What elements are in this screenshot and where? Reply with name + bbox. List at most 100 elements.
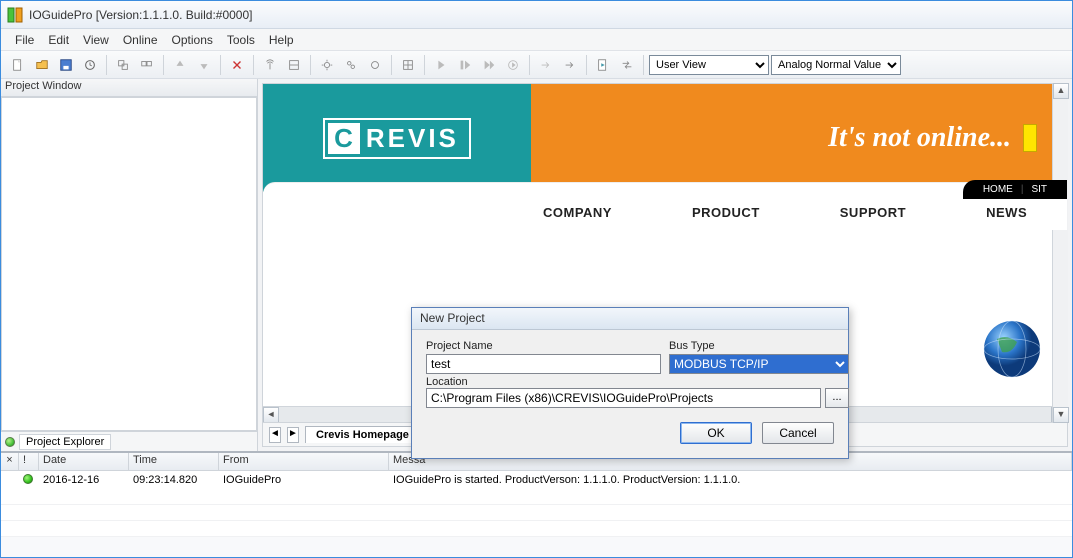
new-project-dialog: New Project Project Name Bus Type MODBUS… — [411, 307, 849, 459]
tb-open-icon[interactable] — [31, 54, 53, 76]
tb-add-node-icon[interactable] — [112, 54, 134, 76]
logo-c: C — [328, 123, 360, 154]
tab-crevis-homepage[interactable]: Crevis Homepage — [305, 426, 420, 443]
log-date-col[interactable]: Date — [39, 453, 129, 470]
log-message: IOGuidePro is started. ProductVerson: 1.… — [389, 474, 1072, 486]
topmenu-sep: | — [1021, 184, 1024, 195]
tb-clock-icon[interactable] — [79, 54, 101, 76]
scroll-left-icon[interactable]: ◄ — [263, 407, 279, 423]
tb-doc-play-icon[interactable] — [592, 54, 614, 76]
menu-tools[interactable]: Tools — [227, 33, 255, 47]
menu-bar: File Edit View Online Options Tools Help — [1, 29, 1072, 51]
menu-edit[interactable]: Edit — [48, 33, 69, 47]
nav-news[interactable]: NEWS — [986, 205, 1027, 220]
globe-image — [977, 314, 1047, 387]
nav-company[interactable]: COMPANY — [543, 205, 612, 220]
banner-button-icon[interactable] — [1023, 124, 1037, 152]
topmenu-home[interactable]: HOME — [983, 184, 1013, 195]
tb-play-icon[interactable] — [430, 54, 452, 76]
tab-next-icon[interactable]: ► — [287, 427, 299, 443]
tb-grid-icon[interactable] — [397, 54, 419, 76]
log-from-col[interactable]: From — [219, 453, 389, 470]
tb-down-icon[interactable] — [193, 54, 215, 76]
tb-up-icon[interactable] — [169, 54, 191, 76]
project-explorer-label: Project Explorer — [19, 434, 111, 450]
tb-arrow-right-icon[interactable] — [535, 54, 557, 76]
log-time: 09:23:14.820 — [129, 474, 219, 486]
crevis-logo: C REVIS — [323, 118, 471, 159]
bus-type-label: Bus Type — [669, 340, 849, 352]
banner-orange: It's not online... — [531, 84, 1067, 192]
toolbar-separator — [586, 55, 587, 75]
toolbar-separator — [253, 55, 254, 75]
toolbar-separator — [391, 55, 392, 75]
vertical-scrollbar[interactable]: ▲ ▼ — [1052, 83, 1068, 423]
slogan-text: It's not online... — [828, 122, 1011, 154]
log-date: 2016-12-16 — [39, 474, 129, 486]
status-led-icon — [5, 437, 15, 447]
log-time-col[interactable]: Time — [129, 453, 219, 470]
tb-add-node2-icon[interactable] — [136, 54, 158, 76]
log-row[interactable]: 2016-12-16 09:23:14.820 IOGuidePro IOGui… — [1, 471, 1072, 489]
project-window-title: Project Window — [1, 79, 257, 97]
menu-file[interactable]: File — [15, 33, 34, 47]
toolbar-separator — [643, 55, 644, 75]
project-name-label: Project Name — [426, 340, 661, 352]
menu-options[interactable]: Options — [172, 33, 213, 47]
toolbar-separator — [310, 55, 311, 75]
toolbar-value-select[interactable]: Analog Normal Value — [771, 55, 901, 75]
menu-online[interactable]: Online — [123, 33, 158, 47]
toolbar-separator — [106, 55, 107, 75]
tb-save-icon[interactable] — [55, 54, 77, 76]
tb-delete-icon[interactable] — [226, 54, 248, 76]
scroll-up-icon[interactable]: ▲ — [1053, 83, 1069, 99]
tb-scan-icon[interactable] — [283, 54, 305, 76]
nav-support[interactable]: SUPPORT — [840, 205, 906, 220]
tb-transfer-icon[interactable] — [616, 54, 638, 76]
project-name-input[interactable] — [426, 354, 661, 374]
scroll-down-icon[interactable]: ▼ — [1053, 407, 1069, 423]
site-nav: COMPANY PRODUCT SUPPORT NEWS CO — [263, 182, 1067, 230]
log-close-col[interactable]: × — [1, 453, 19, 470]
window-title: IOGuidePro [Version:1.1.1.0. Build:#0000… — [29, 8, 252, 22]
log-status-icon — [23, 474, 33, 484]
tb-arrow-right2-icon[interactable] — [559, 54, 581, 76]
menu-view[interactable]: View — [83, 33, 109, 47]
tb-play4-icon[interactable] — [502, 54, 524, 76]
tb-gear2-icon[interactable] — [340, 54, 362, 76]
dialog-title: New Project — [412, 308, 848, 330]
location-label: Location — [426, 376, 468, 388]
toolbar-separator — [529, 55, 530, 75]
title-bar: IOGuidePro [Version:1.1.1.0. Build:#0000… — [1, 1, 1072, 29]
project-tree[interactable] — [1, 97, 257, 431]
browse-button[interactable]: ... — [825, 388, 849, 408]
project-window-panel: Project Window Project Explorer — [1, 79, 258, 451]
tb-antenna-icon[interactable] — [259, 54, 281, 76]
toolbar: User View Analog Normal Value — [1, 51, 1072, 79]
toolbar-view-select[interactable]: User View — [649, 55, 769, 75]
nav-product[interactable]: PRODUCT — [692, 205, 760, 220]
tb-gear3-icon[interactable] — [364, 54, 386, 76]
topmenu-site[interactable]: SIT — [1031, 184, 1047, 195]
ok-button[interactable]: OK — [680, 422, 752, 444]
project-explorer-tab[interactable]: Project Explorer — [1, 431, 257, 451]
tb-gear-icon[interactable] — [316, 54, 338, 76]
toolbar-separator — [163, 55, 164, 75]
bus-type-select[interactable]: MODBUS TCP/IP — [669, 354, 849, 374]
logo-rest: REVIS — [366, 123, 459, 154]
tb-play2-icon[interactable] — [454, 54, 476, 76]
toolbar-separator — [220, 55, 221, 75]
app-icon — [7, 7, 23, 23]
tb-new-icon[interactable] — [7, 54, 29, 76]
location-input[interactable] — [426, 388, 821, 408]
tab-prev-icon[interactable]: ◄ — [269, 427, 281, 443]
log-panel: × ! Date Time From Messa 2016-12-16 09:2… — [1, 451, 1072, 557]
site-top-menu: HOME | SIT — [963, 180, 1067, 199]
banner-teal: C REVIS — [263, 84, 531, 192]
cancel-button[interactable]: Cancel — [762, 422, 834, 444]
log-bang-col: ! — [19, 453, 39, 470]
log-from: IOGuidePro — [219, 474, 389, 486]
toolbar-separator — [424, 55, 425, 75]
menu-help[interactable]: Help — [269, 33, 294, 47]
tb-play3-icon[interactable] — [478, 54, 500, 76]
